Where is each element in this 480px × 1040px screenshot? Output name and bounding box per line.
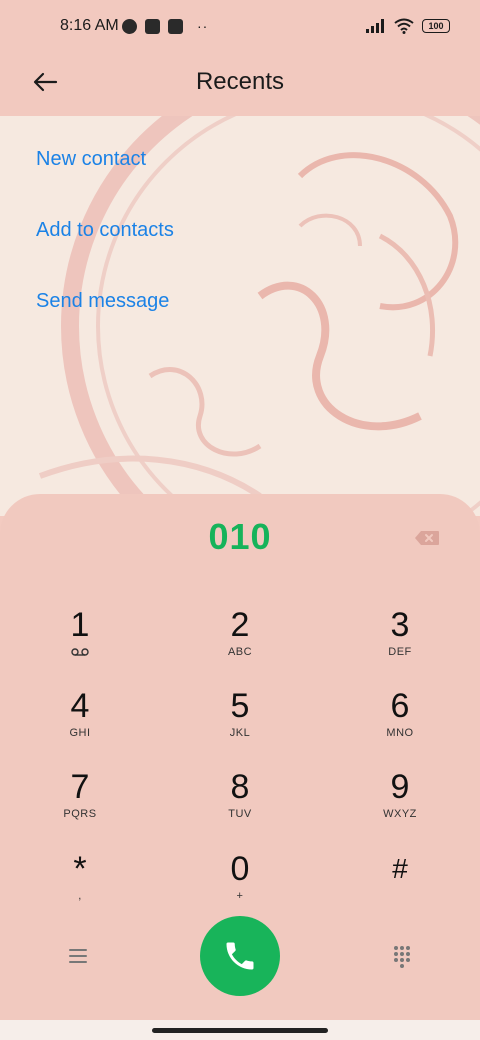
status-bar: 8:16 AM ·· 100	[0, 0, 480, 56]
battery-icon: 100	[422, 19, 450, 33]
backspace-icon[interactable]	[414, 530, 440, 546]
dialed-number: 010	[208, 516, 272, 557]
key-2[interactable]: 2 ABC	[180, 606, 300, 678]
new-contact-link[interactable]: New contact	[36, 148, 146, 171]
send-message-link[interactable]: Send message	[36, 290, 169, 313]
key-1[interactable]: 1	[20, 606, 140, 678]
app-bar: Recents	[0, 56, 480, 116]
dialpad-panel: 010 1 2 ABC 3 DEF 4 GHI 5 JKL 6 MNO 7 PQ…	[0, 494, 480, 1040]
upload-icon	[168, 18, 183, 34]
key-star[interactable]: * ,	[20, 850, 140, 922]
phone-icon	[226, 942, 254, 970]
key-9[interactable]: 9 WXYZ	[340, 768, 460, 840]
key-4[interactable]: 4 GHI	[20, 687, 140, 759]
key-8[interactable]: 8 TUV	[180, 768, 300, 840]
voicemail-icon	[71, 648, 89, 656]
key-0[interactable]: 0 +	[180, 850, 300, 922]
status-time: 8:16 AM	[60, 17, 119, 34]
key-6[interactable]: 6 MNO	[340, 687, 460, 759]
dragon-wallpaper-image	[38, 116, 480, 516]
key-hash[interactable]: #	[340, 850, 460, 922]
call-button[interactable]	[200, 916, 280, 996]
key-3[interactable]: 3 DEF	[340, 606, 460, 678]
weather-icon	[122, 18, 137, 34]
app-square-icon	[145, 18, 160, 34]
dialpad-grid-icon[interactable]	[386, 940, 418, 972]
key-7[interactable]: 7 PQRS	[20, 768, 140, 840]
page-title: Recents	[195, 68, 285, 95]
more-dots-icon: ··	[197, 18, 209, 34]
add-to-contacts-link[interactable]: Add to contacts	[36, 219, 174, 242]
dialer-wallpaper: New contact Add to contacts Send message	[0, 116, 480, 516]
home-indicator[interactable]	[152, 1028, 328, 1033]
menu-icon[interactable]	[62, 940, 94, 972]
signal-icon	[366, 19, 384, 33]
wifi-icon	[394, 18, 414, 34]
key-5[interactable]: 5 JKL	[180, 687, 300, 759]
